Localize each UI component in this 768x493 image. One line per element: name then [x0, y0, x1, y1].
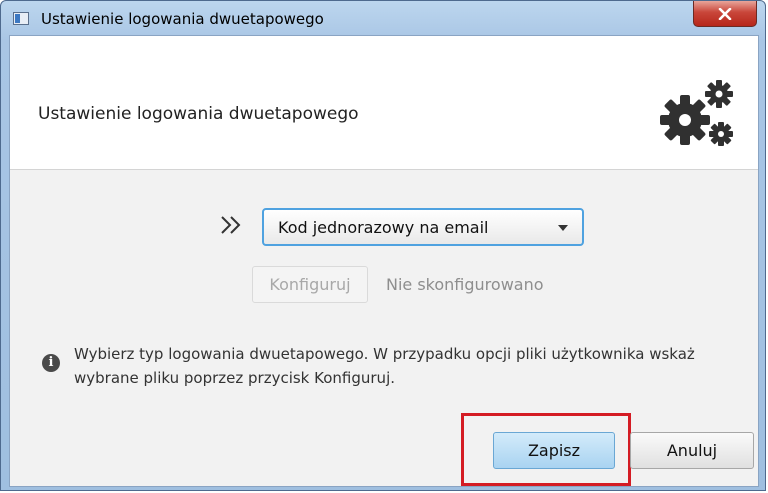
- method-select[interactable]: Kod jednorazowy na email: [262, 208, 584, 246]
- dialog-header: Ustawienie logowania dwuetapowego: [10, 36, 758, 170]
- info-icon: i: [42, 354, 60, 372]
- window-title: Ustawienie logowania dwuetapowego: [41, 10, 324, 28]
- info-text: Wybierz typ logowania dwuetapowego. W pr…: [74, 345, 695, 387]
- gears-icon: [660, 80, 733, 146]
- page-title: Ustawienie logowania dwuetapowego: [38, 104, 359, 124]
- method-row: Kod jednorazowy na email: [210, 208, 590, 246]
- double-chevron-right-icon: [221, 216, 241, 234]
- method-select-value: Kod jednorazowy na email: [278, 218, 489, 237]
- dialog-content: Ustawienie logowania dwuetapowego Kod je…: [9, 35, 759, 487]
- dialog-window: Ustawienie logowania dwuetapowego Ustawi…: [0, 0, 766, 491]
- close-x-icon: [718, 7, 732, 20]
- title-bar[interactable]: Ustawienie logowania dwuetapowego: [1, 1, 765, 35]
- close-button[interactable]: [693, 1, 757, 27]
- cancel-button[interactable]: Anuluj: [630, 432, 754, 469]
- window-app-icon: [13, 12, 29, 25]
- save-highlight-frame: [461, 413, 631, 486]
- configure-status: Nie skonfigurowano: [386, 275, 544, 294]
- chevron-down-icon: [558, 225, 568, 231]
- configure-button[interactable]: Konfiguruj: [252, 266, 368, 303]
